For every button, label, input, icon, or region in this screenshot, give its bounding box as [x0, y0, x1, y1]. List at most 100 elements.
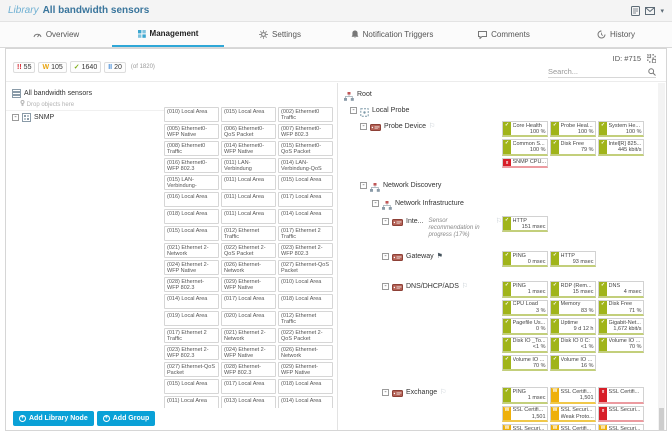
library-sensor-tile[interactable]: (012) Ethernet Traffic — [221, 226, 276, 241]
library-sensor-tile[interactable]: (020) Local Area — [221, 311, 276, 326]
search-input[interactable] — [548, 67, 648, 76]
library-sensor-tile[interactable]: (011) Local Area — [221, 175, 276, 190]
tab-overview[interactable]: Overview — [0, 22, 112, 47]
library-sensor-tile[interactable]: (014) Local Area — [164, 294, 219, 309]
tab-settings[interactable]: Settings — [224, 22, 336, 47]
sensor-tile[interactable]: ✓Volume IO ...70 % — [598, 337, 644, 353]
library-sensor-tile[interactable]: (016) Local Area — [164, 192, 219, 207]
group-row-local-probe[interactable]: -Local Probe — [342, 105, 502, 117]
email-icon[interactable] — [645, 7, 655, 15]
sensor-tile[interactable]: ✓Disk Free79 % — [550, 139, 596, 155]
collapse-toggle[interactable]: - — [382, 253, 389, 260]
add-library-node-button[interactable]: + Add Library Node — [13, 411, 94, 426]
library-sensor-tile[interactable]: (017) Ethernet 2 Traffic — [164, 328, 219, 343]
group-row-network-infrastructure[interactable]: -Network Infrastructure — [342, 198, 502, 210]
device-row-exchange[interactable]: -Exchange⚐ — [342, 387, 502, 397]
collapse-toggle[interactable]: - — [382, 218, 389, 225]
library-sensor-tile[interactable]: (012) Ethernet Traffic — [278, 311, 333, 326]
library-sensor-tile[interactable]: (014) Ethernet0-WFP Native — [221, 141, 276, 156]
scrollbar-thumb[interactable] — [659, 408, 664, 430]
library-sensor-tile[interactable]: (015) LAN-Verbindung- — [164, 175, 219, 190]
library-sensor-tile[interactable]: (026) Ethernet-Network — [221, 260, 276, 275]
library-sensor-tile[interactable]: (018) Local Area — [278, 379, 333, 394]
library-sensor-tile[interactable]: (022) Ethernet 2-QoS Packet — [278, 328, 333, 343]
library-sensor-tile[interactable]: (018) Local Area — [278, 294, 333, 309]
flag-icon[interactable]: ⚐ — [440, 389, 446, 396]
sensor-tile[interactable]: ✓Disk Free71 % — [598, 300, 644, 316]
sensor-tile[interactable]: ✓Intel[R] 825...445 kbit/s — [598, 139, 644, 155]
sensor-tile[interactable]: ✓HTTP151 msec — [502, 216, 548, 232]
group-row-network-discovery[interactable]: -Network Discovery — [342, 180, 502, 192]
tab-history[interactable]: History — [560, 22, 672, 47]
library-sensor-tile[interactable]: (028) Ethernet-WFP 802.3 — [221, 362, 276, 377]
sensor-tile[interactable]: !!SNMP CPU... — [502, 158, 548, 168]
collapse-toggle[interactable]: - — [350, 107, 357, 114]
library-sensor-tile[interactable]: (022) Ethernet 2-QoS Packet — [221, 243, 276, 258]
library-sensor-tile[interactable]: (017) Local Area — [221, 379, 276, 394]
library-sensor-tile[interactable]: (017) Local Area — [221, 294, 276, 309]
sensor-tile[interactable]: ✓HTTP93 msec — [550, 251, 596, 267]
tab-management[interactable]: Management — [112, 22, 224, 47]
library-sensor-tile[interactable]: (002) Ethernet0 Traffic — [278, 107, 333, 122]
sensor-tile[interactable]: ✓CPU Load3 % — [502, 300, 548, 316]
library-sensor-tile[interactable]: (028) Ethernet-WFP 802.3 — [164, 277, 219, 292]
library-sensor-tile[interactable]: (011) LAN-Verbindung — [221, 158, 276, 173]
library-sensor-tile[interactable]: (011) Local Area — [221, 209, 276, 224]
sensor-tile[interactable]: ✓PING0 msec — [502, 251, 548, 267]
sensor-tile[interactable]: ✓PING1 msec — [502, 281, 548, 297]
library-sensor-tile[interactable]: (024) Ethernet 2-WFP Native — [221, 345, 276, 360]
tab-comments[interactable]: Comments — [448, 22, 560, 47]
sensor-tile[interactable]: ✓Disk IO 0 C:<1 % — [550, 337, 596, 353]
collapse-toggle[interactable]: - — [360, 182, 367, 189]
sensor-tile[interactable]: WSSL Securi...Weak Proto... — [502, 424, 548, 430]
count-badge-up[interactable]: ✓1640 — [70, 61, 101, 73]
library-sensor-tile[interactable]: (017) Local Area — [278, 192, 333, 207]
library-sensor-tile[interactable]: (024) Ethernet 2-WFP Native — [164, 260, 219, 275]
device-row-dns-dhcp-ads[interactable]: -DNS/DHCP/ADS⚐ — [342, 281, 502, 291]
flag-icon[interactable]: ⚑ — [437, 253, 443, 260]
library-sensor-tile[interactable]: (010) Local Area — [278, 277, 333, 292]
vertical-scrollbar[interactable] — [658, 83, 665, 430]
library-sensor-tile[interactable]: (027) Ethernet-QoS Packet — [278, 260, 333, 275]
library-sensor-tile[interactable]: (023) Ethernet 2-WFP 802.3 — [278, 243, 333, 258]
sensor-tile[interactable]: ✓DNS4 msec — [598, 281, 644, 297]
sensor-tile[interactable]: WSSL Certifi...1,501 — [550, 424, 596, 430]
sensor-tile[interactable]: ✓System He...100 % — [598, 121, 644, 137]
library-sensor-tile[interactable]: (011) Local Area — [164, 396, 219, 408]
sensor-tile[interactable]: !!SSL Certifi... — [598, 387, 644, 403]
sensor-tile[interactable]: ✓Volume IO ...16 % — [550, 355, 596, 371]
library-sensor-tile[interactable]: (027) Ethernet-QoS Packet — [164, 362, 219, 377]
library-sensor-tile[interactable]: (015) Local Area — [278, 175, 333, 190]
library-sensor-tile[interactable]: (014) Local Area — [278, 396, 333, 408]
report-icon[interactable] — [631, 6, 640, 16]
sensor-tile[interactable]: ✓Memory83 % — [550, 300, 596, 316]
sensor-tile[interactable]: ✓Pagefile Us...0 % — [502, 318, 548, 334]
flag-icon[interactable]: ⚐ — [429, 123, 435, 130]
collapse-toggle[interactable]: - — [12, 114, 19, 121]
search-icon[interactable] — [648, 68, 656, 76]
sensor-tile[interactable]: WSSL Certifi...1,501 — [502, 406, 548, 422]
sensor-tile[interactable]: ✓RDP (Rem...15 msec — [550, 281, 596, 297]
library-sensor-tile[interactable]: (008) Ethernet0 Traffic — [164, 141, 219, 156]
sensor-tile[interactable]: ✓Probe Heal...100 % — [550, 121, 596, 137]
sensor-tile[interactable]: !!SSL Securi... — [598, 406, 644, 422]
library-sensor-tile[interactable]: (018) Local Area — [164, 209, 219, 224]
sensor-tile[interactable]: WSSL Securi...Weak Proto... — [598, 424, 644, 430]
sensor-tile[interactable]: ✓Common S...100 % — [502, 139, 548, 155]
library-sensor-tile[interactable]: (015) Local Area — [164, 226, 219, 241]
library-sensor-tile[interactable]: (029) Ethernet-WFP Native — [278, 362, 333, 377]
sensor-tile[interactable]: WSSL Securi...Weak Proto... — [550, 406, 596, 422]
device-row-gateway[interactable]: -Gateway⚑ — [342, 251, 502, 261]
root-row-root[interactable]: Root — [342, 89, 502, 101]
flag-icon[interactable]: ⚐ — [462, 283, 468, 290]
library-sensor-tile[interactable]: (011) Local Area — [221, 192, 276, 207]
sensor-tile[interactable]: ✓Volume IO ...70 % — [502, 355, 548, 371]
sensor-tile[interactable]: ✓Core Health100 % — [502, 121, 548, 137]
library-sensor-tile[interactable]: (017) Ethernet 2 Traffic — [278, 226, 333, 241]
library-sensor-tile[interactable]: (021) Ethernet 2-Network — [221, 328, 276, 343]
library-sensor-tile[interactable]: (005) Ethernet0-WFP Native — [164, 124, 219, 139]
sensor-tile[interactable]: ✓Gigabit-Net...1,672 kbit/s — [598, 318, 644, 334]
library-sensor-tile[interactable]: (006) Ethernet0-QoS Packet — [221, 124, 276, 139]
library-sensor-tile[interactable]: (021) Ethernet 2-Network — [164, 243, 219, 258]
library-sensor-tile[interactable]: (023) Ethernet 2-WFP 802.3 — [164, 345, 219, 360]
